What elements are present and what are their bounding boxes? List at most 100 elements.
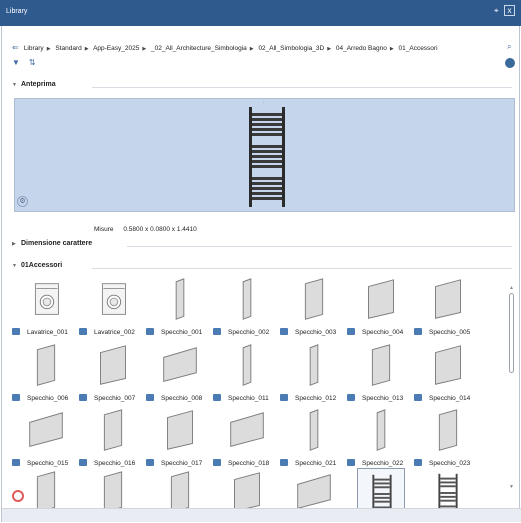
scrollbar-thumb[interactable] <box>509 293 514 373</box>
item-name: Specchio_013 <box>362 395 404 402</box>
item-label[interactable]: Specchio_023 <box>414 459 470 467</box>
library-item[interactable]: Specchio_006 <box>12 341 74 409</box>
item-label[interactable]: Specchio_002 <box>213 328 269 336</box>
item-thumbnail[interactable] <box>424 406 472 456</box>
library-item[interactable]: Specchio_007 <box>79 341 141 409</box>
pin-icon[interactable]: ⌖ <box>494 6 499 16</box>
item-label[interactable]: Lavatrice_001 <box>12 328 68 336</box>
item-name: Specchio_018 <box>228 460 270 467</box>
library-item[interactable]: Specchio_016 <box>79 406 141 474</box>
breadcrumb-item-library[interactable]: Library <box>24 45 44 52</box>
item-thumbnail[interactable] <box>156 341 204 391</box>
library-item[interactable]: Specchio_005 <box>414 275 476 343</box>
item-label[interactable]: Specchio_018 <box>213 459 269 467</box>
item-label[interactable]: Specchio_003 <box>280 328 336 336</box>
symbol-icon <box>146 394 154 401</box>
item-label[interactable]: Specchio_021 <box>280 459 336 467</box>
item-label[interactable]: Specchio_013 <box>347 394 403 402</box>
collapse-arrow-icon: ▼ <box>12 82 17 88</box>
item-label[interactable]: Specchio_005 <box>414 328 470 336</box>
item-thumbnail[interactable] <box>156 406 204 456</box>
item-thumbnail[interactable] <box>357 406 405 456</box>
item-label[interactable]: Specchio_017 <box>146 459 202 467</box>
search-icon[interactable]: ⌕ <box>507 42 511 52</box>
library-item[interactable]: Specchio_002 <box>213 275 275 343</box>
item-thumbnail[interactable] <box>290 275 338 325</box>
symbol-icon <box>79 394 87 401</box>
globe-icon[interactable] <box>505 58 515 68</box>
library-item[interactable]: Specchio_011 <box>213 341 275 409</box>
item-name: Specchio_015 <box>27 460 69 467</box>
breadcrumb-item-arredo-bagno[interactable]: 04_Arredo Bagno <box>336 45 387 52</box>
breadcrumb-item-architecture[interactable]: _02_All_Architecture_Simbologia <box>151 45 247 52</box>
item-label[interactable]: Specchio_012 <box>280 394 336 402</box>
symbol-icon <box>213 459 221 466</box>
item-label[interactable]: Specchio_011 <box>213 394 269 402</box>
item-label[interactable]: Specchio_022 <box>347 459 403 467</box>
item-thumbnail[interactable] <box>223 341 271 391</box>
section-preview-title: Anteprima <box>21 81 56 88</box>
item-label[interactable]: Specchio_001 <box>146 328 202 336</box>
divider <box>92 87 512 88</box>
preview-pane[interactable]: · ⚙ <box>14 98 515 212</box>
scroll-down-icon[interactable]: ▼ <box>509 484 514 490</box>
library-item[interactable]: Specchio_018 <box>213 406 275 474</box>
item-thumbnail[interactable] <box>357 275 405 325</box>
section-font-size-header[interactable]: ▶ Dimensione carattere <box>12 240 512 252</box>
item-thumbnail[interactable] <box>223 275 271 325</box>
item-thumbnail[interactable] <box>357 341 405 391</box>
item-thumbnail[interactable] <box>89 406 137 456</box>
sort-icon[interactable]: ⇅ <box>29 58 36 67</box>
item-thumbnail[interactable] <box>22 406 70 456</box>
library-item[interactable]: Specchio_003 <box>280 275 342 343</box>
item-label[interactable]: Specchio_004 <box>347 328 403 336</box>
item-label[interactable]: Specchio_014 <box>414 394 470 402</box>
filter-icon[interactable]: ▼ <box>12 58 20 67</box>
item-thumbnail[interactable] <box>424 275 472 325</box>
item-thumbnail[interactable] <box>89 275 137 325</box>
library-item[interactable]: Specchio_004 <box>347 275 409 343</box>
library-item[interactable]: Lavatrice_002 <box>79 275 141 343</box>
library-item[interactable]: Specchio_023 <box>414 406 476 474</box>
symbol-icon <box>414 459 422 466</box>
library-item[interactable]: Lavatrice_001 <box>12 275 74 343</box>
item-label[interactable]: Specchio_007 <box>79 394 135 402</box>
library-item[interactable]: Specchio_008 <box>146 341 208 409</box>
item-label[interactable]: Specchio_016 <box>79 459 135 467</box>
breadcrumb-item-simbologia-3d[interactable]: 02_All_Simbologia_3D <box>258 45 324 52</box>
scroll-up-icon[interactable]: ▲ <box>509 285 514 291</box>
close-button[interactable]: x <box>504 5 515 16</box>
item-thumbnail[interactable] <box>290 341 338 391</box>
item-label[interactable]: Specchio_008 <box>146 394 202 402</box>
options-gear-icon[interactable] <box>12 490 24 502</box>
library-item[interactable]: Specchio_017 <box>146 406 208 474</box>
library-item[interactable]: Specchio_013 <box>347 341 409 409</box>
back-arrow-icon[interactable]: ⇐ <box>12 43 22 52</box>
item-label[interactable]: Lavatrice_002 <box>79 328 135 336</box>
item-thumbnail[interactable] <box>156 275 204 325</box>
item-thumbnail[interactable] <box>290 406 338 456</box>
settings-icon[interactable]: ⚙ <box>17 196 28 207</box>
section-preview-header[interactable]: ▼ Anteprima <box>12 81 512 93</box>
breadcrumb-item-standard[interactable]: Standard <box>55 45 81 52</box>
item-thumbnail[interactable] <box>223 406 271 456</box>
item-thumbnail[interactable] <box>89 341 137 391</box>
breadcrumb-item-app-easy[interactable]: App-Easy_2025 <box>93 45 139 52</box>
expand-arrow-icon: ▶ <box>12 241 16 247</box>
symbol-icon <box>280 328 288 335</box>
library-item[interactable]: Specchio_014 <box>414 341 476 409</box>
item-thumbnail[interactable] <box>22 275 70 325</box>
item-thumbnail[interactable] <box>22 341 70 391</box>
library-item[interactable]: Specchio_021 <box>280 406 342 474</box>
breadcrumb-item-accessori[interactable]: 01_Accessori <box>399 45 438 52</box>
section-folder-header[interactable]: ▼ 01Accessori <box>12 262 512 274</box>
library-item[interactable]: Specchio_015 <box>12 406 74 474</box>
item-label[interactable]: Specchio_006 <box>12 394 68 402</box>
symbol-icon <box>146 328 154 335</box>
library-item[interactable]: Specchio_001 <box>146 275 208 343</box>
library-item[interactable]: Specchio_012 <box>280 341 342 409</box>
library-item[interactable]: Specchio_022 <box>347 406 409 474</box>
item-label[interactable]: Specchio_015 <box>12 459 68 467</box>
item-thumbnail[interactable] <box>424 341 472 391</box>
vertical-scrollbar[interactable]: ▲ ▼ <box>508 285 515 497</box>
